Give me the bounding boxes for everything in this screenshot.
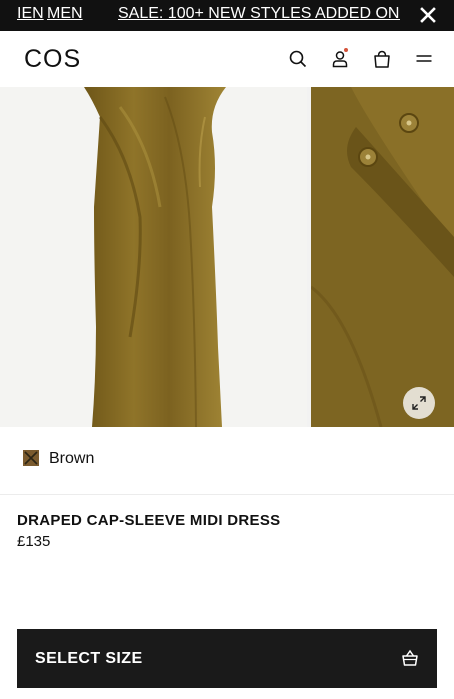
expand-icon[interactable]	[403, 387, 435, 419]
product-image-detail[interactable]	[311, 87, 454, 427]
promo-sale-link[interactable]: SALE: 100+ NEW STYLES ADDED ONL	[118, 4, 400, 23]
promo-link-women[interactable]: IEN	[17, 4, 44, 23]
product-price: £135	[17, 533, 51, 550]
promo-link-men[interactable]: MEN	[47, 4, 83, 23]
color-swatch-brown[interactable]	[23, 450, 39, 466]
promo-marquee: IEN MEN SALE: 100+ NEW STYLES ADDED ONL	[0, 0, 400, 31]
select-size-button[interactable]: SELECT SIZE	[17, 629, 437, 688]
product-gallery[interactable]	[0, 87, 454, 427]
select-size-label: SELECT SIZE	[35, 650, 143, 667]
promo-banner: IEN MEN SALE: 100+ NEW STYLES ADDED ONL	[0, 0, 454, 31]
search-icon[interactable]	[288, 49, 308, 69]
close-icon[interactable]	[417, 4, 439, 26]
account-icon[interactable]	[330, 48, 350, 69]
product-name: DRAPED CAP-SLEEVE MIDI DRESS	[17, 512, 281, 529]
site-header: COS	[0, 31, 454, 87]
notification-dot	[344, 48, 348, 52]
cos-logo[interactable]: COS	[24, 45, 81, 73]
color-selector: Brown	[0, 427, 454, 495]
bag-icon[interactable]	[372, 49, 392, 69]
product-image-main[interactable]	[0, 87, 307, 427]
menu-icon[interactable]	[414, 49, 434, 69]
color-label: Brown	[49, 450, 95, 467]
basket-icon	[401, 649, 419, 667]
